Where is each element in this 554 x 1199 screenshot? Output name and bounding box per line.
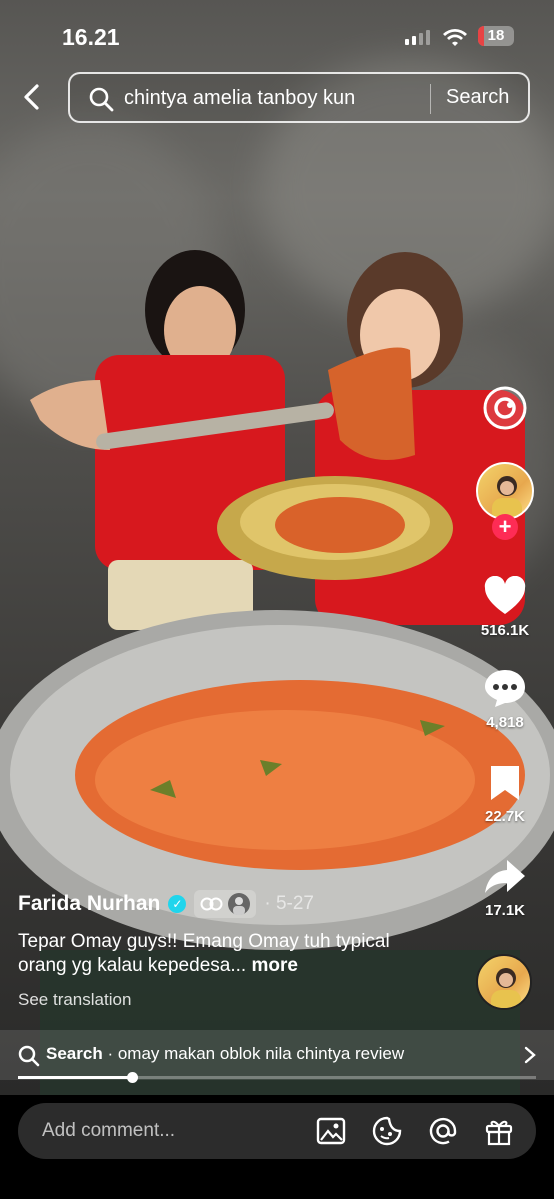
sticker-icon[interactable] xyxy=(481,384,529,432)
battery-indicator: 18 xyxy=(478,26,514,46)
search-field[interactable]: chintya amelia tanboy kun Search xyxy=(68,72,530,123)
post-info: Farida Nurhan ✓ · 5-27 Tepar Omay guys!!… xyxy=(18,890,458,1010)
like-count: 516.1K xyxy=(480,622,530,639)
status-bar: 16.21 18 xyxy=(0,22,554,52)
music-disc-avatar[interactable] xyxy=(476,954,532,1010)
save-action[interactable]: 22.7K xyxy=(474,764,536,825)
collab-chip[interactable] xyxy=(194,890,257,918)
search-query[interactable]: chintya amelia tanboy kun xyxy=(124,87,355,110)
comment-placeholder: Add comment... xyxy=(42,1120,176,1141)
comment-action[interactable]: 4,818 xyxy=(474,668,536,731)
image-icon[interactable] xyxy=(316,1116,346,1146)
collab-avatar xyxy=(228,893,251,915)
search-icon xyxy=(89,87,114,112)
chevron-right-icon xyxy=(524,1046,536,1064)
post-caption[interactable]: Tepar Omay guys!! Emang Omay tuh typical… xyxy=(18,930,428,978)
collab-icon xyxy=(200,897,223,911)
back-icon[interactable] xyxy=(18,82,46,112)
heart-icon xyxy=(484,575,526,614)
search-button[interactable]: Search xyxy=(446,86,509,109)
author-row: Farida Nurhan ✓ · 5-27 xyxy=(18,890,458,918)
wifi-icon xyxy=(443,29,467,46)
comment-count: 4,818 xyxy=(486,714,524,731)
comment-input[interactable]: Add comment... xyxy=(18,1103,536,1159)
see-translation-link[interactable]: See translation xyxy=(18,990,458,1010)
search-divider xyxy=(430,84,431,114)
share-action[interactable]: 17.1K xyxy=(474,856,536,919)
save-count: 22.7K xyxy=(484,808,526,825)
video-progress-bar[interactable] xyxy=(18,1072,536,1083)
creator-avatar[interactable] xyxy=(476,462,534,520)
top-search-bar: chintya amelia tanboy kun Search xyxy=(0,72,554,124)
share-count: 17.1K xyxy=(484,902,526,919)
search-icon xyxy=(18,1045,40,1067)
author-name[interactable]: Farida Nurhan xyxy=(18,892,160,916)
related-search-label: Search xyxy=(46,1044,103,1063)
status-time: 16.21 xyxy=(62,24,120,50)
battery-level: 18 xyxy=(487,27,505,44)
signal-icon xyxy=(405,30,430,45)
video-progress-knob[interactable] xyxy=(126,1072,138,1083)
bookmark-icon xyxy=(491,766,519,800)
caption-more-link[interactable]: more xyxy=(251,955,297,976)
share-icon xyxy=(485,860,525,893)
mention-icon[interactable] xyxy=(428,1116,458,1146)
comment-icon xyxy=(485,670,525,707)
emoji-icon[interactable] xyxy=(372,1116,402,1146)
caption-text: Tepar Omay guys!! Emang Omay tuh typical… xyxy=(18,931,390,976)
gift-icon[interactable] xyxy=(484,1116,514,1146)
bottom-bar: Add comment... xyxy=(0,1095,554,1199)
post-date: · 5-27 xyxy=(264,893,314,914)
related-search-text: Search · omay makan oblok nila chintya r… xyxy=(46,1044,404,1064)
like-action[interactable]: 516.1K xyxy=(474,575,536,639)
follow-button[interactable]: + xyxy=(492,514,518,540)
video-progress-fill xyxy=(18,1076,132,1079)
related-search-query: · omay makan oblok nila chintya review xyxy=(107,1044,405,1063)
related-search-bar[interactable]: Search · omay makan oblok nila chintya r… xyxy=(0,1030,554,1080)
verified-badge-icon: ✓ xyxy=(168,895,187,913)
